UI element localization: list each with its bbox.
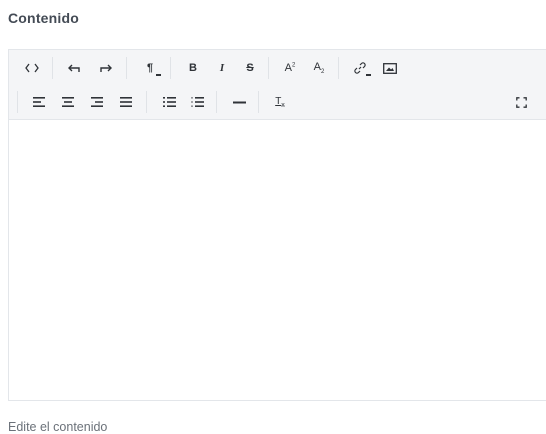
- image-icon: [383, 62, 397, 74]
- redo-button[interactable]: [93, 55, 119, 81]
- unordered-list-icon: [162, 97, 176, 107]
- align-right-button[interactable]: [84, 89, 110, 115]
- align-justify-icon: [120, 97, 132, 107]
- align-center-button[interactable]: [55, 89, 81, 115]
- editor-content-area[interactable]: [9, 120, 546, 400]
- toolbar-separator: [268, 57, 269, 79]
- link-button[interactable]: [347, 55, 373, 81]
- image-button[interactable]: [377, 55, 403, 81]
- superscript-button[interactable]: A2: [277, 55, 303, 81]
- chevron-down-icon: [156, 74, 161, 76]
- undo-icon: [68, 64, 80, 72]
- unordered-list-button[interactable]: [156, 89, 182, 115]
- align-left-button[interactable]: [26, 89, 52, 115]
- superscript-icon: A2: [284, 62, 296, 74]
- horizontal-rule-icon: [232, 101, 246, 103]
- code-view-icon: [25, 63, 39, 73]
- align-left-icon: [33, 97, 45, 107]
- strikethrough-icon: S: [246, 62, 254, 74]
- subscript-icon: A2: [313, 60, 325, 76]
- toolbar-separator: [338, 57, 339, 79]
- undo-button[interactable]: [61, 55, 87, 81]
- link-icon: [354, 62, 366, 74]
- bold-button[interactable]: B: [180, 55, 206, 81]
- italic-icon: I: [219, 62, 225, 74]
- clear-format-button[interactable]: Tx: [267, 89, 293, 115]
- toolbar-row-2: Tx: [9, 85, 546, 119]
- fullscreen-button[interactable]: [508, 89, 534, 115]
- align-right-icon: [91, 97, 103, 107]
- paragraph-icon: ¶: [146, 62, 154, 74]
- toolbar-separator: [216, 91, 217, 113]
- bold-icon: B: [189, 62, 197, 74]
- align-center-icon: [62, 97, 74, 107]
- clear-format-icon: Tx: [275, 95, 285, 109]
- subscript-button[interactable]: A2: [306, 55, 332, 81]
- ordered-list-icon: [191, 97, 204, 107]
- toolbar-row-1: ¶ B I S A2 A2: [9, 51, 546, 85]
- ordered-list-button[interactable]: [184, 89, 210, 115]
- strikethrough-button[interactable]: S: [237, 55, 263, 81]
- rich-text-editor: ¶ B I S A2 A2 Tx: [8, 49, 546, 401]
- toolbar-separator: [52, 57, 53, 79]
- paragraph-button[interactable]: ¶: [137, 55, 163, 81]
- redo-icon: [100, 64, 112, 72]
- italic-button[interactable]: I: [209, 55, 235, 81]
- toolbar-separator: [17, 91, 18, 113]
- horizontal-rule-button[interactable]: [226, 89, 252, 115]
- field-help-text: Edite el contenido: [8, 420, 108, 434]
- chevron-down-icon: [366, 74, 371, 76]
- code-view-button[interactable]: [19, 55, 45, 81]
- toolbar-separator: [126, 57, 127, 79]
- toolbar-separator: [258, 91, 259, 113]
- toolbar-separator: [170, 57, 171, 79]
- fullscreen-icon: [515, 96, 527, 108]
- field-label: Contenido: [8, 10, 80, 26]
- align-justify-button[interactable]: [113, 89, 139, 115]
- editor-toolbar: ¶ B I S A2 A2 Tx: [9, 50, 546, 120]
- toolbar-separator: [146, 91, 147, 113]
